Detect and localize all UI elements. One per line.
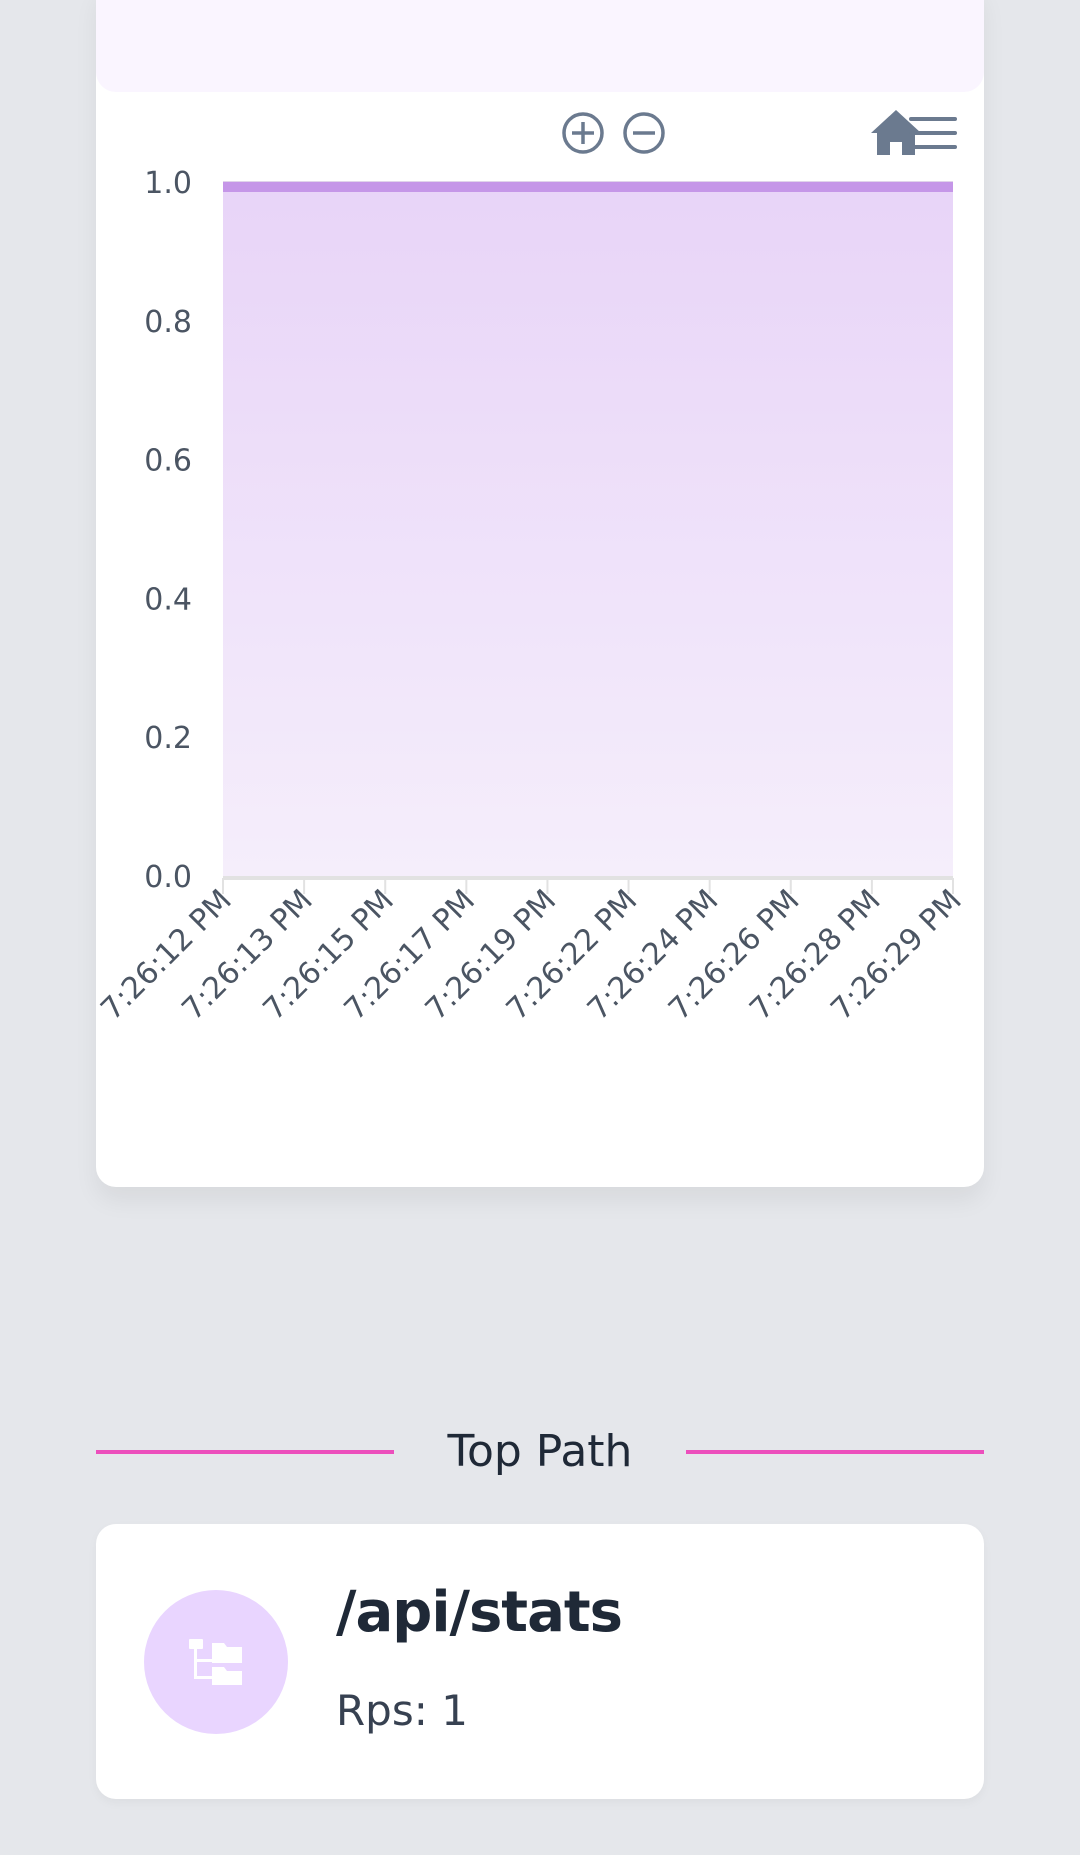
menu-icon[interactable] — [909, 117, 957, 149]
y-tick-label: 0.6 — [144, 444, 192, 479]
requests-chart: 0.00.20.40.60.81.07:26:12 PM7:26:13 PM7:… — [96, 110, 969, 1027]
folder-tree-icon — [189, 1639, 242, 1685]
section-title: Top Path — [447, 1426, 633, 1477]
requests-chart-card: 0.0 0.2 0.4 0.6 0.8 1.0 7:26:12 PM 7:26:13 PM 7:… — [96, 0, 984, 1187]
y-tick-label: 0.8 — [144, 305, 192, 340]
zoom-out-icon[interactable] — [623, 112, 665, 154]
path-name: /api/stats — [336, 1580, 623, 1645]
y-tick-label: 1.0 — [144, 166, 192, 201]
top-path-card: /api/stats Rps: 1 — [96, 1524, 984, 1799]
top-path-section-header: Top Path — [96, 1420, 984, 1480]
path-avatar — [144, 1590, 288, 1734]
path-rps: Rps: 1 — [336, 1686, 468, 1735]
y-tick-label: 0.2 — [144, 721, 192, 756]
section-divider-right — [686, 1450, 984, 1454]
section-divider-left — [96, 1450, 394, 1454]
series-area — [223, 182, 953, 876]
y-tick-label: 0.4 — [144, 582, 192, 617]
y-tick-label: 0.0 — [144, 860, 192, 895]
zoom-in-icon[interactable] — [562, 112, 604, 154]
